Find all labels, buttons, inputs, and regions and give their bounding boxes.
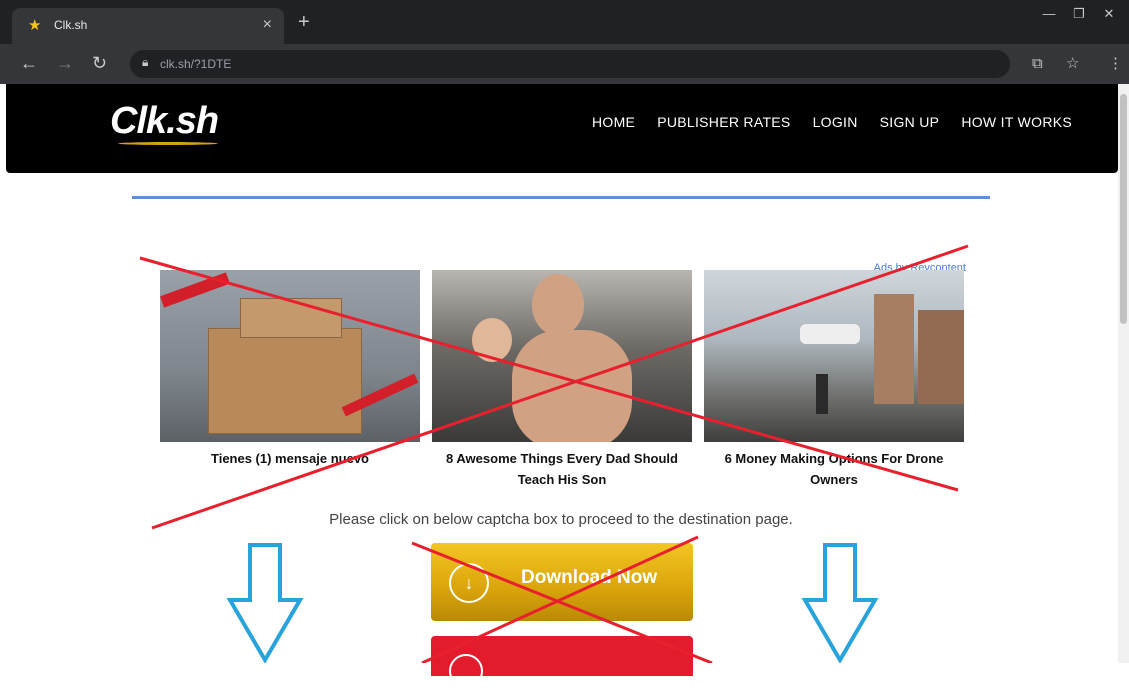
building — [874, 294, 914, 404]
maximize-button[interactable]: ❐ — [1069, 6, 1089, 22]
main-content: Ads by Revcontent Tienes (1) mensaje nue… — [132, 196, 990, 688]
dad-head — [532, 274, 584, 336]
new-tab-button[interactable]: + — [298, 12, 310, 32]
ad-card[interactable]: 6 Money Making Options For Drone Owners — [704, 270, 964, 490]
logo-swoosh — [118, 142, 218, 145]
building — [918, 310, 964, 404]
reload-icon[interactable]: ↻ — [92, 53, 107, 73]
tab-title: Clk.sh — [54, 18, 88, 32]
nav-login[interactable]: LOGIN — [813, 114, 858, 130]
window-controls: — ❐ ✕ — [1039, 6, 1119, 22]
close-window-button[interactable]: ✕ — [1099, 6, 1119, 22]
ad-image-drone[interactable] — [704, 270, 964, 442]
person-silhouette — [816, 374, 828, 414]
ad-title[interactable]: Tienes (1) mensaje nuevo — [160, 448, 420, 469]
ad-card[interactable]: 8 Awesome Things Every Dad Should Teach … — [432, 270, 692, 490]
minimize-button[interactable]: — — [1039, 6, 1059, 22]
site-logo[interactable]: Clk.sh — [110, 100, 219, 143]
browser-tab[interactable]: ★ Clk.sh × — [12, 8, 284, 44]
content-divider — [132, 196, 990, 199]
package-box-small — [240, 298, 342, 338]
download-label: Download Now — [521, 567, 658, 588]
url-text[interactable]: clk.sh/?1DTE — [160, 57, 231, 71]
ad-title[interactable]: 8 Awesome Things Every Dad Should Teach … — [432, 448, 692, 490]
forward-arrow-icon[interactable]: → — [56, 53, 74, 73]
back-arrow-icon[interactable]: ← — [20, 53, 38, 73]
dad-torso — [512, 330, 632, 442]
red-ad-button[interactable] — [431, 636, 693, 688]
browser-tab-bar: ★ Clk.sh × + — ❐ ✕ — [0, 0, 1129, 44]
package-box — [208, 328, 362, 434]
nav-how-it-works[interactable]: HOW IT WORKS — [961, 114, 1072, 130]
ad-title[interactable]: 6 Money Making Options For Drone Owners — [704, 448, 964, 490]
site-header: Clk.sh HOME PUBLISHER RATES LOGIN SIGN U… — [6, 84, 1118, 173]
bookmark-star-icon[interactable]: ☆ — [1066, 54, 1079, 74]
download-arrow-icon: ↓ — [449, 563, 489, 603]
captcha-instruction: Please click on below captcha box to pro… — [329, 511, 793, 528]
child-head — [472, 318, 512, 362]
nav-sign-up[interactable]: SIGN UP — [880, 114, 940, 130]
download-now-button[interactable]: ↓ Download Now — [431, 543, 693, 621]
nav-publisher-rates[interactable]: PUBLISHER RATES — [657, 114, 790, 130]
menu-kebab-icon[interactable]: ⋮ — [1108, 54, 1123, 74]
ad-card[interactable]: Tienes (1) mensaje nuevo — [160, 270, 420, 469]
star-favicon-icon: ★ — [28, 17, 42, 34]
tab-close-button[interactable]: × — [263, 16, 272, 34]
address-bar[interactable]: 🔒︎ clk.sh/?1DTE — [130, 50, 1010, 78]
circle-icon — [449, 654, 483, 688]
ad-image-dad-son[interactable] — [432, 270, 692, 442]
translate-icon[interactable]: ⧉ — [1032, 54, 1043, 74]
main-nav: HOME PUBLISHER RATES LOGIN SIGN UP HOW I… — [592, 114, 1072, 130]
page-scrollbar[interactable] — [1118, 84, 1129, 663]
browser-toolbar: ← → ↻ 🔒︎ clk.sh/?1DTE ⧉ ☆ ⋮ — [0, 44, 1129, 84]
lock-icon: 🔒︎ — [142, 55, 149, 69]
gift-ribbon — [160, 272, 230, 308]
ad-image-packages[interactable] — [160, 270, 420, 442]
nav-home[interactable]: HOME — [592, 114, 635, 130]
scrollbar-thumb[interactable] — [1120, 94, 1127, 324]
drone — [800, 324, 860, 344]
